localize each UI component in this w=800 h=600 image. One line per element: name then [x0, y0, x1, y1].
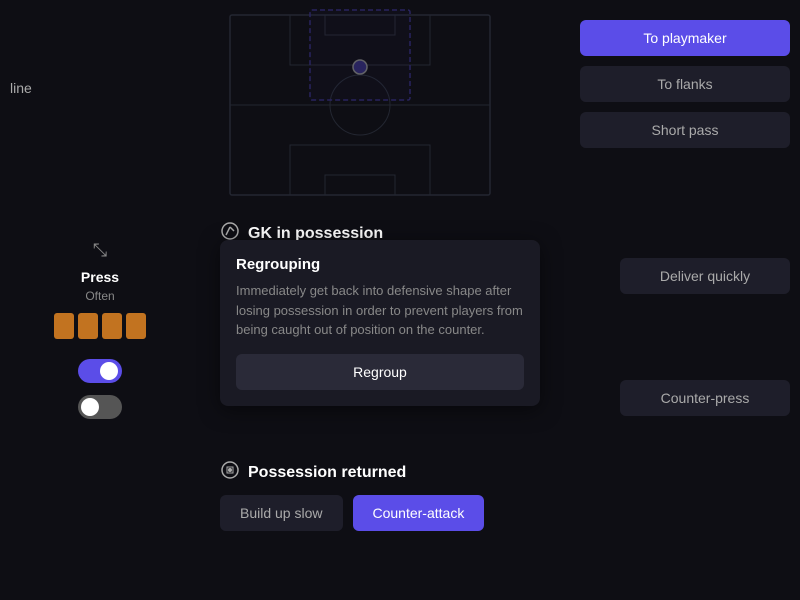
line-label: line: [0, 80, 32, 96]
toggle-row-2[interactable]: [78, 395, 122, 419]
bar-3: [102, 313, 122, 339]
toggle-2[interactable]: [78, 395, 122, 419]
regrouping-tooltip: Regrouping Immediately get back into def…: [220, 240, 540, 406]
press-bars: [54, 313, 146, 339]
to-flanks-button[interactable]: To flanks: [580, 66, 790, 102]
possession-section: Possession returned Build up slow Counte…: [200, 450, 740, 531]
build-up-slow-button[interactable]: Build up slow: [220, 495, 343, 531]
possession-icon: [220, 460, 240, 485]
counter-attack-button[interactable]: Counter-attack: [353, 495, 485, 531]
press-label: Press: [81, 269, 119, 285]
field-area: [200, 0, 520, 210]
compress-icon: ⤡: [93, 240, 107, 261]
toggle-1[interactable]: [78, 359, 122, 383]
toggle-1-knob: [100, 362, 118, 380]
possession-options: Build up slow Counter-attack: [200, 495, 740, 531]
counter-press-button[interactable]: Counter-press: [620, 380, 790, 416]
to-playmaker-button[interactable]: To playmaker: [580, 20, 790, 56]
deliver-quickly-button[interactable]: Deliver quickly: [620, 258, 790, 294]
bar-1: [54, 313, 74, 339]
field-svg: [220, 5, 500, 205]
left-sidebar: line ⤡ Press Often: [0, 0, 200, 600]
toggle-2-knob: [81, 398, 99, 416]
tooltip-title: Regrouping: [236, 256, 524, 273]
press-sublabel: Often: [85, 289, 114, 303]
bar-2: [78, 313, 98, 339]
bar-4: [126, 313, 146, 339]
tooltip-description: Immediately get back into defensive shap…: [236, 281, 524, 340]
possession-title: Possession returned: [248, 464, 406, 482]
toggle-row-1[interactable]: [78, 359, 122, 383]
possession-header: Possession returned: [200, 450, 740, 495]
regroup-button[interactable]: Regroup: [236, 354, 524, 390]
short-pass-button[interactable]: Short pass: [580, 112, 790, 148]
